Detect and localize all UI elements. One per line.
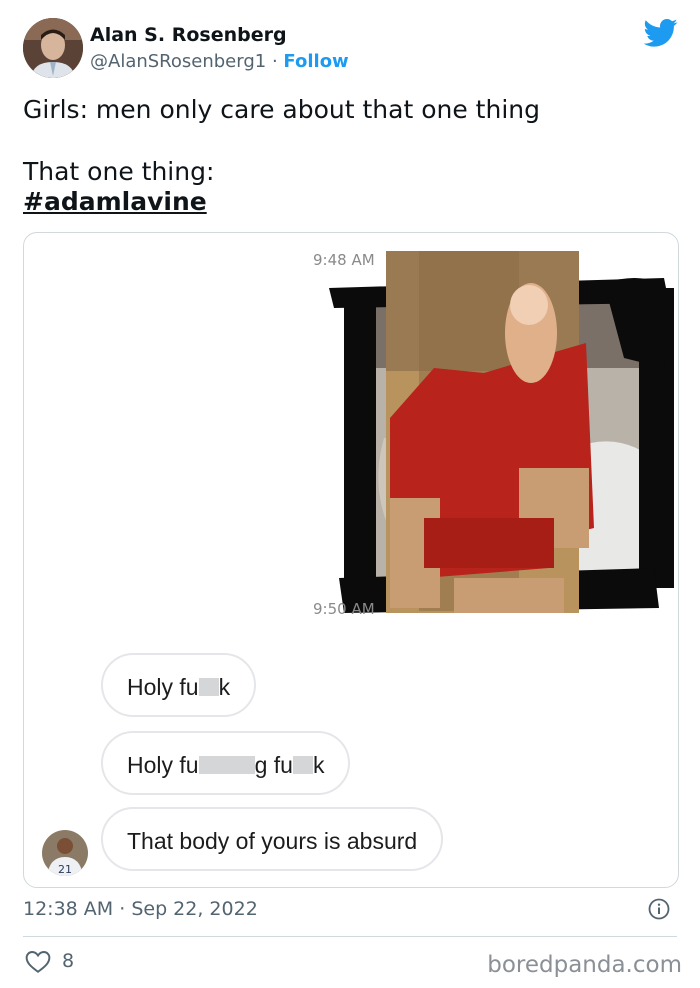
separator: · xyxy=(119,898,126,920)
hashtag-link[interactable]: #adamlavine xyxy=(23,187,207,216)
jersey-number: 21 xyxy=(58,863,72,876)
message-text: Holy fu xyxy=(127,674,199,700)
tweet-text-line-2: That one thing: xyxy=(23,157,215,186)
message-text: k xyxy=(312,752,325,778)
author-handle[interactable]: @AlanSRosenberg1 xyxy=(90,51,266,72)
message-bubble: Holy fu k xyxy=(101,653,257,717)
tweet-time: 12:38 AM xyxy=(23,898,114,920)
message-text: g fu xyxy=(254,752,293,778)
message-bubble: Holy fu g fu k xyxy=(101,731,351,795)
message-bubble: That body of yours is absurd xyxy=(101,807,444,871)
twitter-bird-icon[interactable] xyxy=(644,18,678,48)
censor-blur xyxy=(198,678,219,696)
censor-blur xyxy=(198,756,255,774)
sender-avatar: 21 xyxy=(42,830,88,876)
author-avatar[interactable] xyxy=(23,18,83,78)
author-name[interactable]: Alan S. Rosenberg xyxy=(90,24,287,46)
message-timestamp-bottom: 9:50 AM xyxy=(313,600,375,618)
message-text: That body of yours is absurd xyxy=(127,828,418,854)
censor-blur xyxy=(292,756,313,774)
tweet-timestamp[interactable]: 12:38 AM · Sep 22, 2022 xyxy=(23,898,258,920)
follow-button[interactable]: Follow xyxy=(283,51,348,72)
separator: · xyxy=(271,51,278,72)
like-count: 8 xyxy=(62,950,75,972)
heart-icon[interactable] xyxy=(25,950,51,974)
author-handle-line: @AlanSRosenberg1 · Follow xyxy=(90,51,349,72)
watermark: boredpanda.com xyxy=(487,952,682,978)
redacted-photo xyxy=(329,251,674,613)
tweet-media[interactable]: 9:48 AM 9:50 AM Holy fuk Holy fug fuk xyxy=(23,232,679,888)
message-text: k xyxy=(218,674,231,700)
tweet-date: Sep 22, 2022 xyxy=(131,898,258,920)
tweet-text-line-1: Girls: men only care about that one thin… xyxy=(23,95,540,124)
divider xyxy=(23,936,677,937)
info-icon[interactable] xyxy=(648,898,670,920)
message-text: Holy fu xyxy=(127,752,199,778)
